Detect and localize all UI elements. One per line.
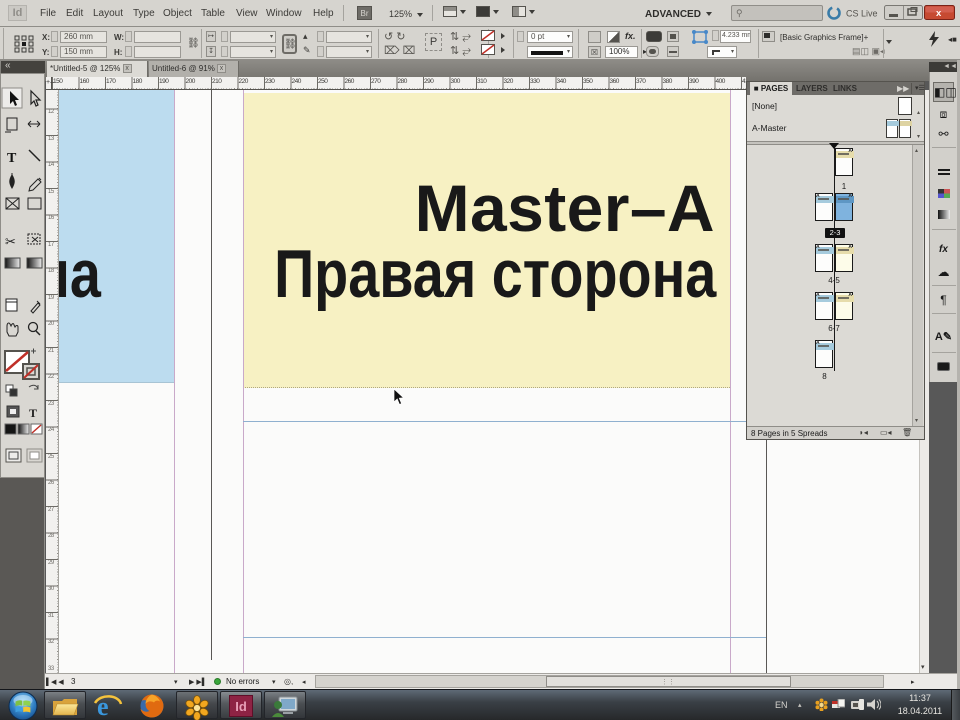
- svg-text:T: T: [7, 151, 17, 166]
- svg-text:✂: ✂: [5, 234, 16, 249]
- svg-text:CS Live: CS Live: [846, 9, 878, 19]
- svg-text:T: T: [29, 406, 37, 420]
- svg-text:x: x: [936, 8, 942, 19]
